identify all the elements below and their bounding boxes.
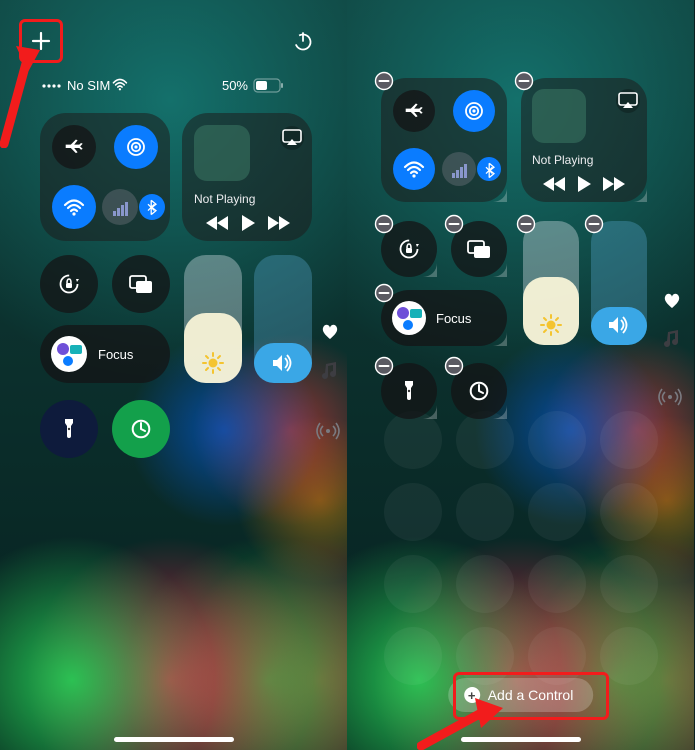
airplay-icon[interactable] bbox=[280, 126, 304, 150]
home-indicator[interactable] bbox=[461, 737, 581, 742]
remove-icon[interactable] bbox=[376, 73, 393, 90]
cellular-dots-icon bbox=[42, 84, 60, 87]
remove-icon[interactable] bbox=[518, 216, 535, 233]
flashlight-button[interactable] bbox=[40, 400, 98, 458]
remove-icon[interactable] bbox=[376, 285, 393, 302]
home-indicator[interactable] bbox=[114, 737, 234, 742]
remove-icon[interactable] bbox=[376, 216, 393, 233]
brightness-icon bbox=[541, 315, 561, 335]
cellular-toggle[interactable] bbox=[102, 189, 138, 225]
airplay-icon[interactable] bbox=[616, 89, 640, 113]
battery-icon bbox=[254, 79, 283, 92]
hotspot-icon[interactable] bbox=[659, 389, 681, 405]
airplane-toggle[interactable] bbox=[52, 125, 96, 169]
screenshot-right: Not Playing Focus bbox=[347, 0, 694, 750]
media-title: Not Playing bbox=[194, 192, 255, 206]
airplane-toggle[interactable] bbox=[393, 90, 435, 132]
heart-icon[interactable] bbox=[323, 325, 337, 339]
remove-icon[interactable] bbox=[376, 358, 393, 375]
focus-label: Focus bbox=[436, 311, 472, 326]
rotation-lock-button[interactable] bbox=[40, 255, 98, 313]
brightness-icon bbox=[203, 353, 223, 373]
wifi-status-icon bbox=[113, 80, 126, 91]
media-title: Not Playing bbox=[532, 153, 593, 167]
remove-icon[interactable] bbox=[516, 73, 533, 90]
media-artwork bbox=[532, 89, 586, 143]
music-icon bbox=[322, 362, 336, 379]
hotspot-icon[interactable] bbox=[317, 423, 339, 439]
focus-label: Focus bbox=[98, 347, 134, 362]
wifi-toggle[interactable] bbox=[52, 185, 96, 229]
bluetooth-toggle[interactable] bbox=[477, 157, 501, 181]
remove-icon[interactable] bbox=[446, 358, 463, 375]
remove-icon[interactable] bbox=[446, 216, 463, 233]
wifi-toggle[interactable] bbox=[393, 148, 435, 190]
annotation-arrow bbox=[0, 38, 44, 148]
screen-mirror-button[interactable] bbox=[112, 255, 170, 313]
timer-button[interactable] bbox=[112, 400, 170, 458]
remove-icon[interactable] bbox=[586, 216, 603, 233]
heart-icon[interactable] bbox=[665, 294, 679, 308]
battery-pct: 50% bbox=[222, 78, 248, 93]
bluetooth-toggle[interactable] bbox=[139, 194, 165, 220]
airdrop-toggle[interactable] bbox=[114, 125, 158, 169]
power-icon[interactable] bbox=[293, 32, 313, 52]
airdrop-toggle[interactable] bbox=[453, 90, 495, 132]
screenshot-left: No SIM 50% Not Playing bbox=[0, 0, 347, 750]
media-artwork bbox=[194, 125, 250, 181]
empty-slot[interactable] bbox=[384, 411, 658, 685]
cellular-toggle[interactable] bbox=[442, 152, 476, 186]
carrier-label: No SIM bbox=[67, 78, 110, 93]
music-icon bbox=[664, 330, 678, 347]
